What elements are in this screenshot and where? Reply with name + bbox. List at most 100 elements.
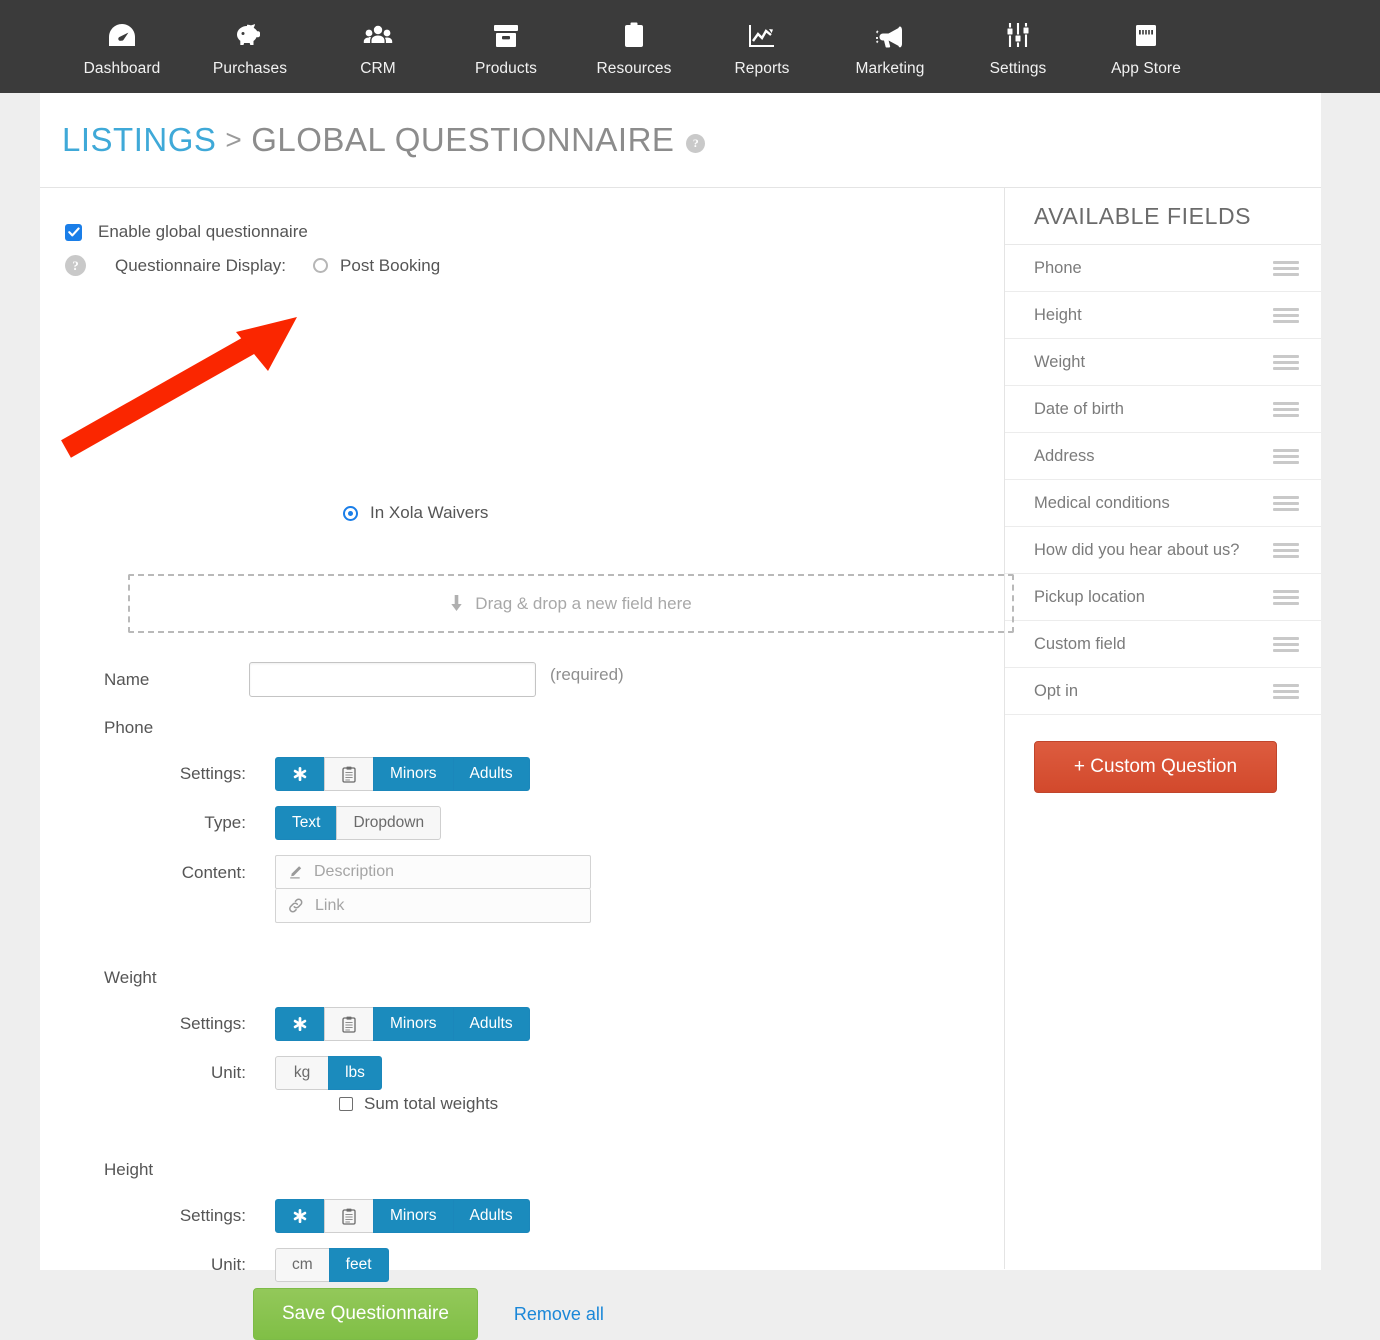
weight-notes-toggle[interactable]	[324, 1007, 374, 1041]
weight-required-toggle[interactable]	[275, 1007, 325, 1041]
height-required-toggle[interactable]	[275, 1199, 325, 1233]
available-field-medical-conditions[interactable]: Medical conditions	[1005, 480, 1321, 527]
phone-minors-toggle[interactable]: Minors	[373, 757, 454, 791]
drag-handle-icon[interactable]	[1273, 636, 1299, 652]
clipboard-icon	[342, 766, 356, 783]
section-title: Weight	[104, 968, 157, 987]
questionnaire-display-label: Questionnaire Display:	[115, 255, 287, 275]
nav-item-reports[interactable]: Reports	[698, 0, 826, 93]
height-unit-cm-option[interactable]: cm	[275, 1248, 330, 1282]
phone-type-text-option[interactable]: Text	[275, 806, 338, 840]
available-field-label: Opt in	[1034, 681, 1079, 700]
weight-unit-buttons: kg lbs	[275, 1056, 382, 1090]
nav-item-settings[interactable]: Settings	[954, 0, 1082, 93]
nav-label: Resources	[596, 59, 672, 77]
weight-unit-label: Unit:	[211, 1063, 246, 1082]
in-xola-waivers-label: In Xola Waivers	[370, 503, 489, 522]
remove-all-link[interactable]: Remove all	[514, 1304, 604, 1325]
clipboard-icon	[623, 16, 645, 56]
available-field-label: Custom field	[1034, 634, 1126, 653]
nav-item-resources[interactable]: Resources	[570, 0, 698, 93]
height-notes-toggle[interactable]	[324, 1199, 374, 1233]
drag-handle-icon[interactable]	[1273, 401, 1299, 417]
weight-adults-toggle[interactable]: Adults	[452, 1007, 530, 1041]
drag-handle-icon[interactable]	[1273, 542, 1299, 558]
phone-required-toggle[interactable]	[275, 757, 325, 791]
pencil-icon	[288, 865, 303, 880]
phone-link-placeholder: Link	[315, 896, 345, 914]
available-field-how-did-you-hear-about-us[interactable]: How did you hear about us?	[1005, 527, 1321, 574]
phone-content-label: Content:	[181, 863, 246, 882]
phone-type-label: Type:	[204, 813, 246, 832]
height-adults-toggle[interactable]: Adults	[452, 1199, 530, 1233]
phone-type-buttons: Text Dropdown	[275, 806, 442, 840]
phone-type-row: Type: Text Dropdown	[104, 806, 591, 840]
available-field-address[interactable]: Address	[1005, 433, 1321, 480]
box-icon	[493, 16, 519, 56]
post-booking-radio[interactable]	[313, 258, 329, 273]
phone-type-dropdown-option[interactable]: Dropdown	[336, 806, 442, 840]
drag-handle-icon[interactable]	[1273, 354, 1299, 370]
form-actions: Save Questionnaire Remove all	[253, 1288, 604, 1340]
drag-handle-icon[interactable]	[1273, 260, 1299, 276]
section-title: Phone	[104, 718, 154, 737]
phone-adults-toggle[interactable]: Adults	[452, 757, 530, 791]
name-input[interactable]	[249, 662, 536, 697]
phone-description-input[interactable]: Description	[275, 855, 591, 889]
drag-handle-icon[interactable]	[1273, 495, 1299, 511]
in-xola-waivers-radio[interactable]	[343, 505, 358, 521]
drag-handle-icon[interactable]	[1273, 448, 1299, 464]
height-settings-row: Settings: Minors Adults	[104, 1199, 530, 1233]
weight-unit-lbs-option[interactable]: lbs	[328, 1056, 382, 1090]
available-field-date-of-birth[interactable]: Date of birth	[1005, 386, 1321, 433]
weight-minors-toggle[interactable]: Minors	[373, 1007, 454, 1041]
breadcrumb: LISTINGS > GLOBAL QUESTIONNAIRE ?	[40, 93, 1321, 188]
available-field-height[interactable]: Height	[1005, 292, 1321, 339]
phone-notes-toggle[interactable]	[324, 757, 374, 791]
nav-item-marketing[interactable]: Marketing	[826, 0, 954, 93]
people-group-icon	[363, 16, 393, 56]
enable-global-questionnaire-checkbox[interactable]	[65, 223, 82, 241]
available-field-pickup-location[interactable]: Pickup location	[1005, 574, 1321, 621]
nav-item-dashboard[interactable]: Dashboard	[58, 0, 186, 93]
drag-handle-icon[interactable]	[1273, 589, 1299, 605]
available-field-label: Pickup location	[1034, 587, 1145, 606]
available-field-opt-in[interactable]: Opt in	[1005, 668, 1321, 715]
save-questionnaire-button[interactable]: Save Questionnaire	[253, 1288, 478, 1340]
field-dropzone[interactable]: Drag & drop a new field here	[128, 574, 1014, 633]
gauge-icon	[108, 16, 136, 56]
storefront-icon	[1133, 16, 1159, 56]
page-card: LISTINGS > GLOBAL QUESTIONNAIRE ? Enable…	[40, 93, 1321, 1340]
nav-item-app-store[interactable]: App Store	[1082, 0, 1210, 93]
nav-item-crm[interactable]: CRM	[314, 0, 442, 93]
weight-settings-buttons: Minors Adults	[275, 1007, 530, 1041]
link-icon	[288, 898, 304, 913]
breadcrumb-listings-link[interactable]: LISTINGS	[62, 121, 216, 159]
height-minors-toggle[interactable]: Minors	[373, 1199, 454, 1233]
help-icon[interactable]: ?	[686, 133, 706, 153]
name-required-note: (required)	[550, 664, 624, 684]
sum-total-weights-checkbox[interactable]	[339, 1097, 353, 1111]
drag-handle-icon[interactable]	[1273, 307, 1299, 323]
questionnaire-form: Enable global questionnaire ? Questionna…	[40, 188, 1014, 1340]
available-field-custom-field[interactable]: Custom field	[1005, 621, 1321, 668]
drag-handle-icon[interactable]	[1273, 683, 1299, 699]
clipboard-icon	[342, 1016, 356, 1033]
download-arrow-icon	[450, 595, 463, 612]
nav-item-products[interactable]: Products	[442, 0, 570, 93]
questionnaire-display-help-icon[interactable]: ?	[65, 255, 86, 276]
available-field-phone[interactable]: Phone	[1005, 245, 1321, 292]
nav-item-purchases[interactable]: Purchases	[186, 0, 314, 93]
height-unit-feet-option[interactable]: feet	[328, 1248, 389, 1282]
add-custom-question-button[interactable]: + Custom Question	[1034, 741, 1277, 793]
section-title: Height	[104, 1160, 154, 1179]
weight-settings-row: Settings: Minors Adults	[104, 1007, 530, 1041]
phone-link-input[interactable]: Link	[275, 889, 591, 923]
available-field-weight[interactable]: Weight	[1005, 339, 1321, 386]
available-fields-title: AVAILABLE FIELDS	[1005, 188, 1321, 245]
available-field-label: Date of birth	[1034, 399, 1124, 418]
height-unit-label: Unit:	[211, 1255, 246, 1274]
piggy-bank-icon	[235, 16, 265, 56]
weight-unit-kg-option[interactable]: kg	[275, 1056, 329, 1090]
nav-label: Products	[475, 59, 537, 77]
